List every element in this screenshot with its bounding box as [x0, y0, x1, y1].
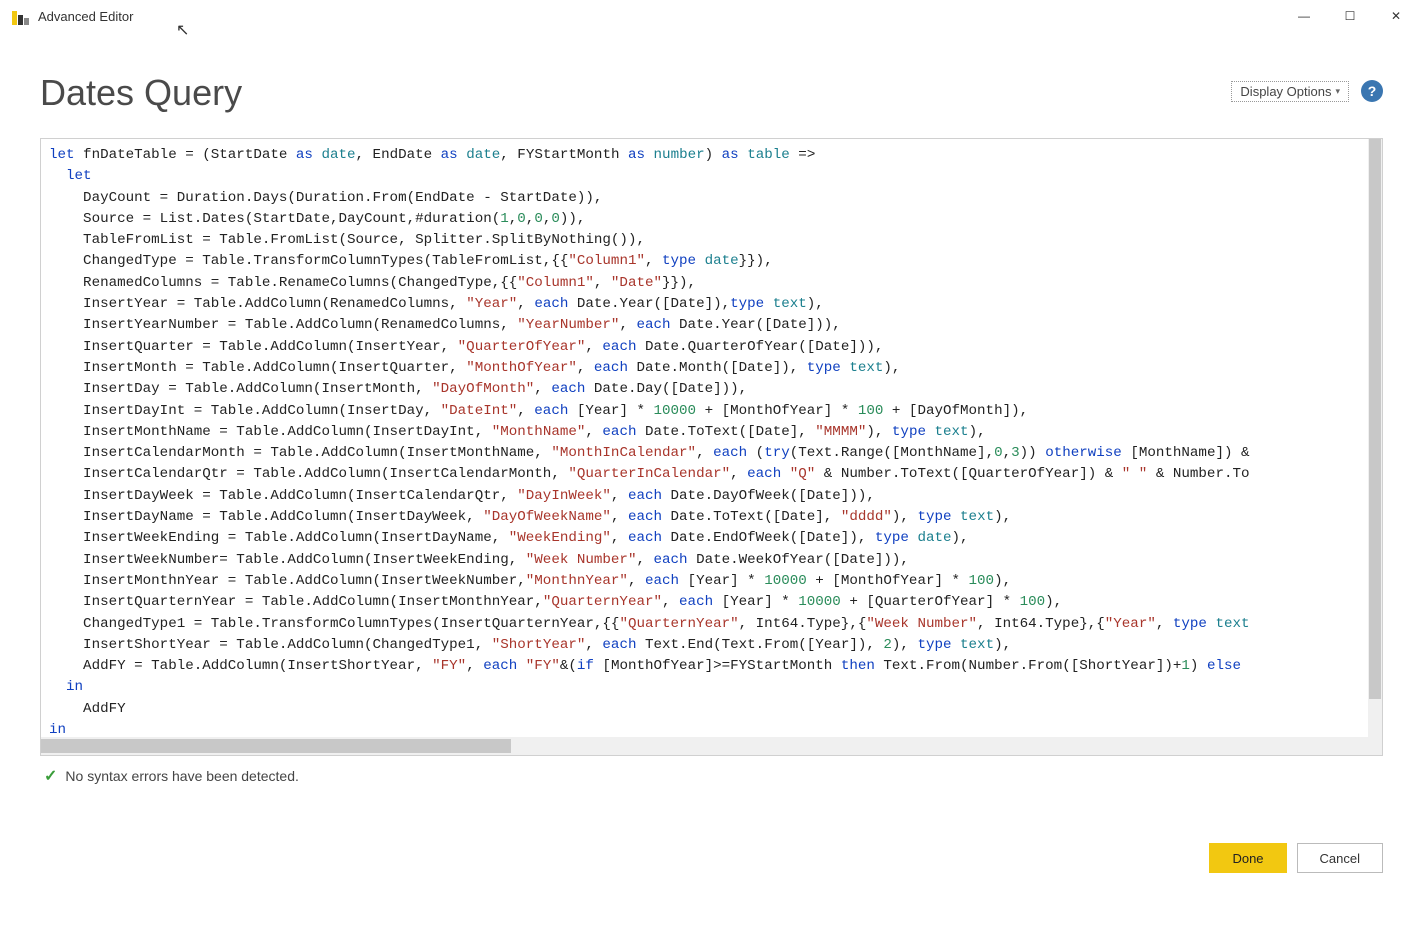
- display-options-label: Display Options: [1240, 84, 1331, 99]
- vertical-scrollbar[interactable]: [1368, 139, 1382, 737]
- header-row: Dates Query ↖ Display Options ▾ ?: [40, 72, 1383, 114]
- check-icon: ✓: [44, 766, 57, 786]
- horizontal-scrollbar[interactable]: [41, 737, 1368, 755]
- titlebar: Advanced Editor — ☐ ✕: [0, 0, 1423, 32]
- display-options-dropdown[interactable]: Display Options ▾: [1231, 81, 1349, 102]
- window-title: Advanced Editor: [38, 9, 133, 24]
- minimize-button[interactable]: —: [1281, 0, 1327, 32]
- status-message: No syntax errors have been detected.: [65, 768, 298, 784]
- help-icon[interactable]: ?: [1361, 80, 1383, 102]
- query-title: Dates Query: [40, 72, 242, 114]
- chevron-down-icon: ▾: [1335, 86, 1340, 97]
- done-button[interactable]: Done: [1209, 843, 1286, 873]
- cancel-button[interactable]: Cancel: [1297, 843, 1383, 873]
- footer-buttons: Done Cancel: [1209, 843, 1383, 873]
- code-editor[interactable]: let fnDateTable = (StartDate as date, En…: [40, 138, 1383, 756]
- status-row: ✓ No syntax errors have been detected.: [40, 756, 1383, 786]
- code-content[interactable]: let fnDateTable = (StartDate as date, En…: [41, 139, 1370, 737]
- scrollbar-corner: [1368, 737, 1382, 755]
- maximize-button[interactable]: ☐: [1327, 0, 1373, 32]
- window-controls: — ☐ ✕: [1281, 0, 1419, 32]
- close-button[interactable]: ✕: [1373, 0, 1419, 32]
- app-icon: [12, 7, 30, 25]
